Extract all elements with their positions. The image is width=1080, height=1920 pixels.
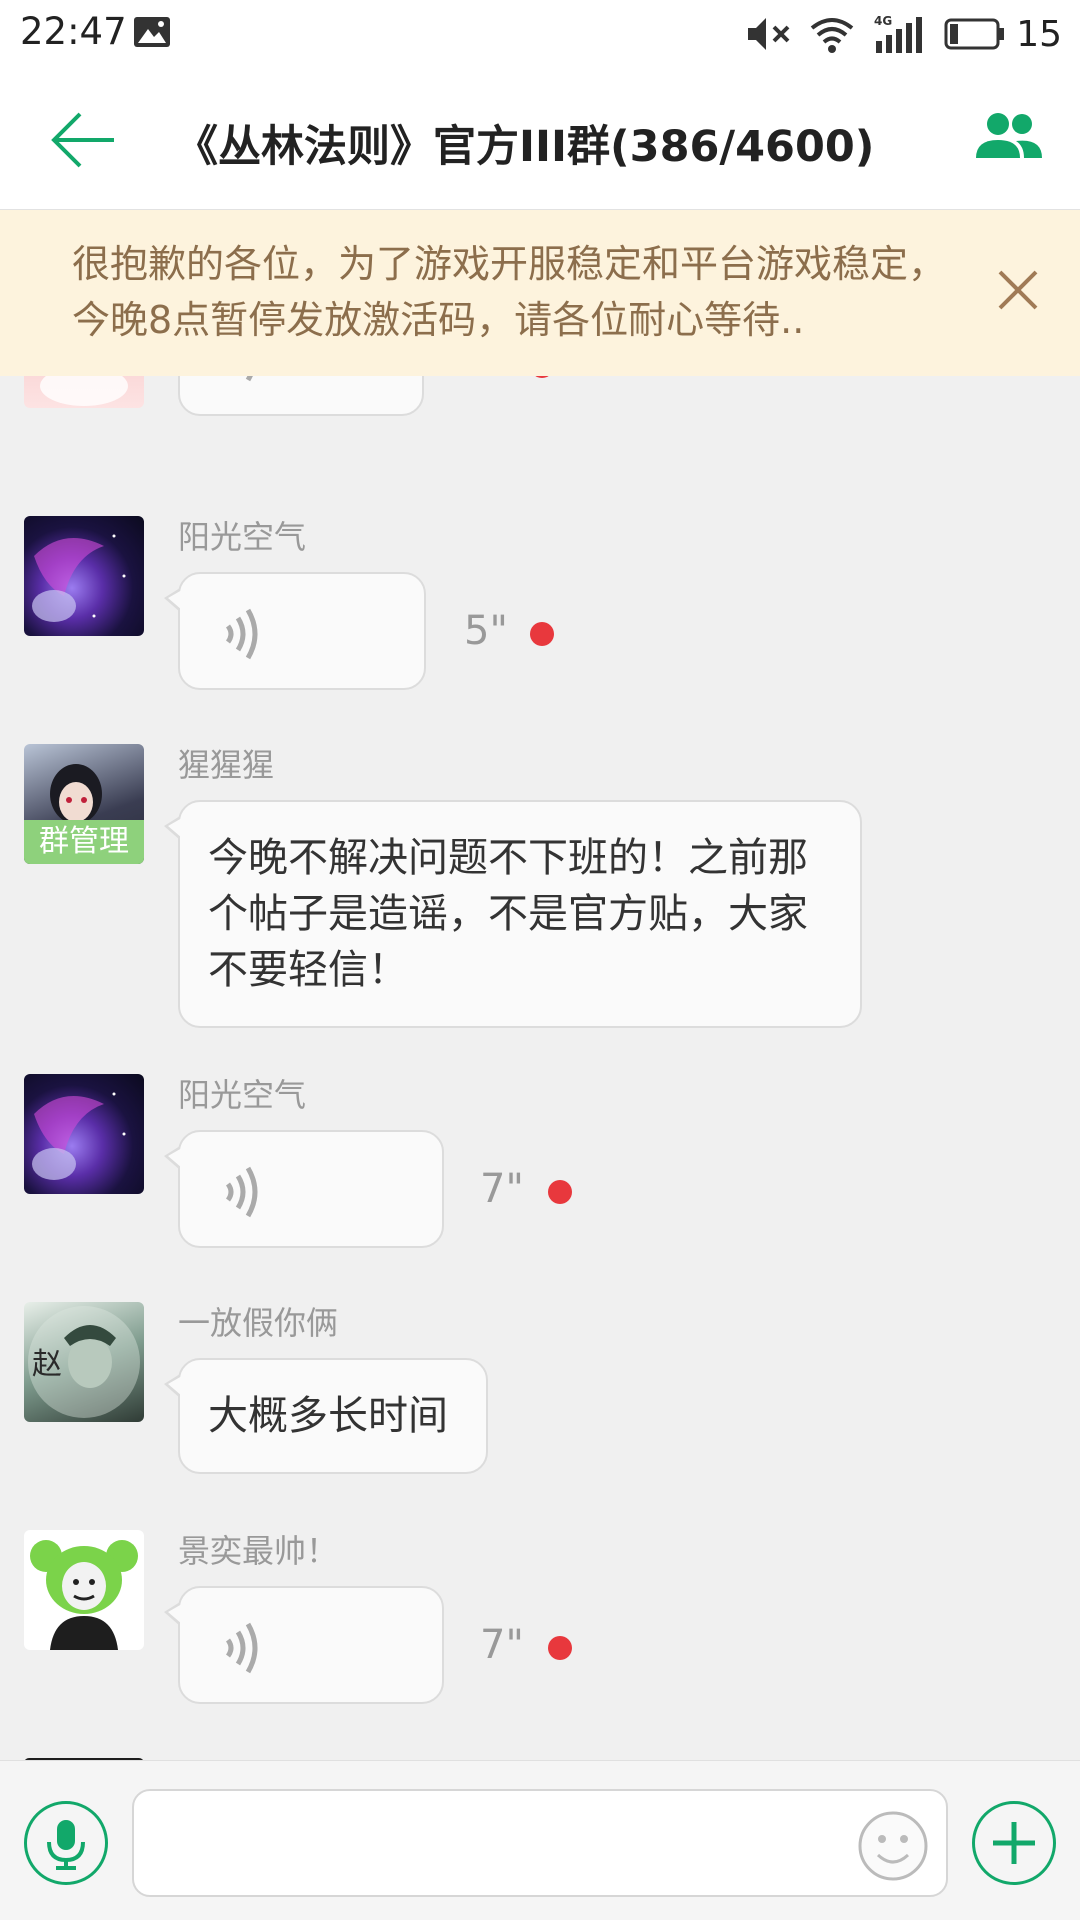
sender-name: 阳光空气 <box>178 1076 307 1114</box>
back-arrow-icon[interactable] <box>44 100 124 180</box>
voice-input-button[interactable] <box>24 1801 108 1885</box>
avatar[interactable]: 赵 <box>24 1302 144 1422</box>
image-notification-icon <box>134 17 170 47</box>
unread-dot <box>530 376 554 378</box>
sender-name: 景奕最帅！ <box>178 1532 339 1570</box>
sender-name: 阳光空气 <box>178 518 307 556</box>
group-title: 《丛林法则》官方III群(386/4600) <box>175 122 875 172</box>
text-message-bubble[interactable]: 大概多长时间 <box>164 1358 488 1474</box>
emoji-icon[interactable] <box>856 1809 930 1883</box>
message-input-bar <box>0 1760 1080 1920</box>
mute-icon <box>748 18 790 50</box>
voice-duration: 7" <box>480 1166 524 1212</box>
unread-dot <box>548 1636 572 1660</box>
close-icon[interactable] <box>996 268 1040 312</box>
message-text: 大概多长时间 <box>208 1393 448 1439</box>
voice-wave-icon <box>225 1622 258 1674</box>
notice-text: 很抱歉的各位，为了游戏开服稳定和平台游戏稳定，今晚8点暂停发放激活码，请各位耐心… <box>72 242 947 342</box>
group-members-icon[interactable] <box>972 108 1046 168</box>
plus-icon <box>993 1822 1035 1864</box>
avatar[interactable] <box>24 1530 144 1650</box>
voice-message-bubble[interactable] <box>164 1130 444 1248</box>
status-time: 22:47 <box>20 10 127 53</box>
battery-icon <box>944 18 1005 50</box>
voice-message-bubble[interactable] <box>164 1586 444 1704</box>
voice-duration: 5" <box>464 608 508 654</box>
voice-duration: 5" <box>464 376 508 384</box>
svg-text:4G: 4G <box>874 14 892 28</box>
voice-wave-icon <box>225 1166 258 1218</box>
microphone-icon <box>47 1820 85 1870</box>
voice-wave-icon <box>225 608 258 660</box>
battery-level: 15 <box>1016 13 1062 55</box>
avatar[interactable] <box>24 376 144 408</box>
title-bar: 《丛林法则》官方III群(386/4600) <box>0 68 1080 210</box>
sender-name: 猩猩猩 <box>178 746 275 784</box>
group-notice-banner[interactable]: 很抱歉的各位，为了游戏开服稳定和平台游戏稳定，今晚8点暂停发放激活码，请各位耐心… <box>0 210 1080 376</box>
status-icons: 4G 15 <box>746 10 1062 58</box>
sender-name: 一放假你俩 <box>178 1304 339 1342</box>
message-text: 今晚不解决问题不下班的！之前那个帖子是造谣，不是官方贴，大家不要轻信！ <box>208 835 808 993</box>
voice-duration: 7" <box>480 1622 524 1668</box>
avatar[interactable] <box>24 1074 144 1194</box>
voice-wave-icon <box>245 376 253 382</box>
voice-message-bubble[interactable] <box>178 376 424 416</box>
admin-badge: 群管理 <box>24 820 144 864</box>
chat-message-list[interactable]: 5" 阳光空气 5" <box>0 376 1080 1760</box>
signal-4g-icon: 4G <box>874 14 923 53</box>
text-message-bubble[interactable]: 今晚不解决问题不下班的！之前那个帖子是造谣，不是官方贴，大家不要轻信！ <box>164 800 862 1028</box>
unread-dot <box>530 622 554 646</box>
avatar[interactable]: 群管理 <box>24 744 144 864</box>
message-input[interactable] <box>132 1789 948 1897</box>
wifi-icon <box>810 18 854 53</box>
more-options-button[interactable] <box>972 1801 1056 1885</box>
unread-dot <box>548 1180 572 1204</box>
svg-text:赵: 赵 <box>32 1347 62 1382</box>
status-bar: 22:47 4G 15 <box>0 0 1080 68</box>
voice-message-bubble[interactable] <box>164 572 426 690</box>
avatar[interactable] <box>24 516 144 636</box>
